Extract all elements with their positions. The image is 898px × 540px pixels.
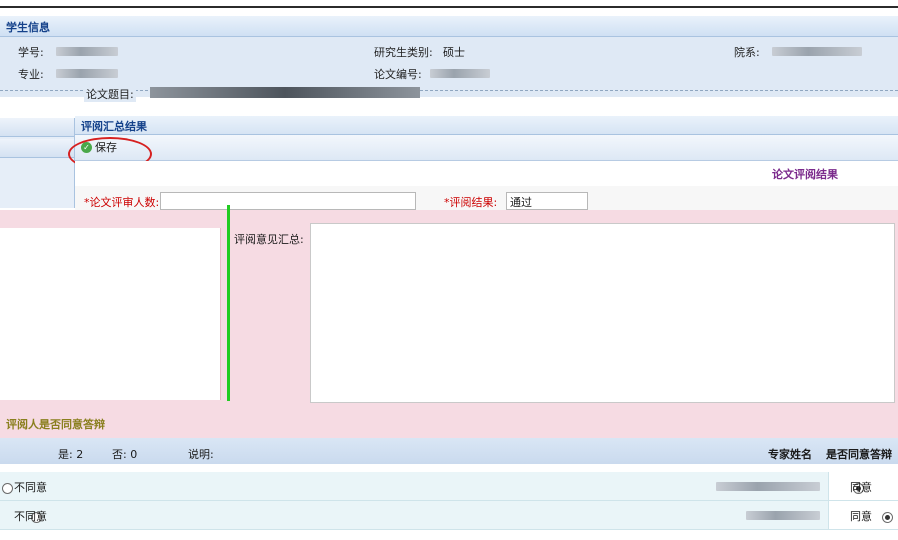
student-id-label: 学号: xyxy=(18,46,44,59)
left-white-area xyxy=(0,228,221,400)
review-result-value: 通过 xyxy=(510,196,532,209)
major-redacted xyxy=(56,69,118,78)
agree-radio[interactable] xyxy=(881,511,893,523)
legend-note: 说明: xyxy=(188,448,214,461)
top-border xyxy=(0,6,898,8)
result-title: 论文评阅结果 xyxy=(772,168,838,181)
student-info-header: 学生信息 xyxy=(0,16,898,37)
legend-yes: 是: 2 xyxy=(58,448,84,461)
expert-name-redacted xyxy=(716,482,820,491)
agree-label: 同意 xyxy=(850,510,872,523)
splitter[interactable] xyxy=(227,205,230,401)
reviewer-count-input[interactable] xyxy=(160,192,416,210)
legend-no: 否: 0 xyxy=(112,448,138,461)
left-panel-tab[interactable] xyxy=(0,139,74,158)
disagree-label: 不同意 xyxy=(14,510,47,523)
comments-label: 评阅意见汇总: xyxy=(234,233,304,246)
defense-header-band xyxy=(0,410,898,438)
left-panel-header xyxy=(0,118,74,137)
disagree-label: 不同意 xyxy=(14,481,47,494)
agree-label: 同意 xyxy=(850,481,872,494)
thesis-title-redacted xyxy=(150,87,420,98)
thesis-no-redacted xyxy=(430,69,490,78)
toolbar: ✓ 保存 xyxy=(75,135,898,161)
left-panel xyxy=(0,118,75,208)
thesis-title-label: 论文题目: xyxy=(84,86,136,102)
col-expert: 专家姓名 xyxy=(768,448,812,461)
student-id-redacted xyxy=(56,47,118,56)
col-agree: 是否同意答辩 xyxy=(826,448,892,461)
comments-textarea[interactable] xyxy=(310,223,895,403)
disagree-radio[interactable] xyxy=(2,482,13,494)
major-label: 专业: xyxy=(18,68,44,81)
defense-title: 评阅人是否同意答辩 xyxy=(6,418,105,431)
expert-name-redacted xyxy=(746,511,820,520)
summary-title: 评阅汇总结果 xyxy=(81,120,147,133)
department-label: 院系: xyxy=(734,46,760,59)
grad-type-label: 研究生类别: xyxy=(374,46,433,59)
review-result-select[interactable]: 通过 xyxy=(506,192,588,210)
summary-header: 评阅汇总结果 xyxy=(75,116,898,135)
result-title-bar: 论文评阅结果 xyxy=(75,161,898,185)
department-redacted xyxy=(772,47,862,56)
grad-type-value: 硕士 xyxy=(443,46,465,59)
review-result-label: *评阅结果: xyxy=(444,196,498,209)
reviewer-count-label: *论文评审人数: xyxy=(84,196,160,209)
student-info-title: 学生信息 xyxy=(6,21,50,34)
thesis-no-label: 论文编号: xyxy=(374,68,422,81)
